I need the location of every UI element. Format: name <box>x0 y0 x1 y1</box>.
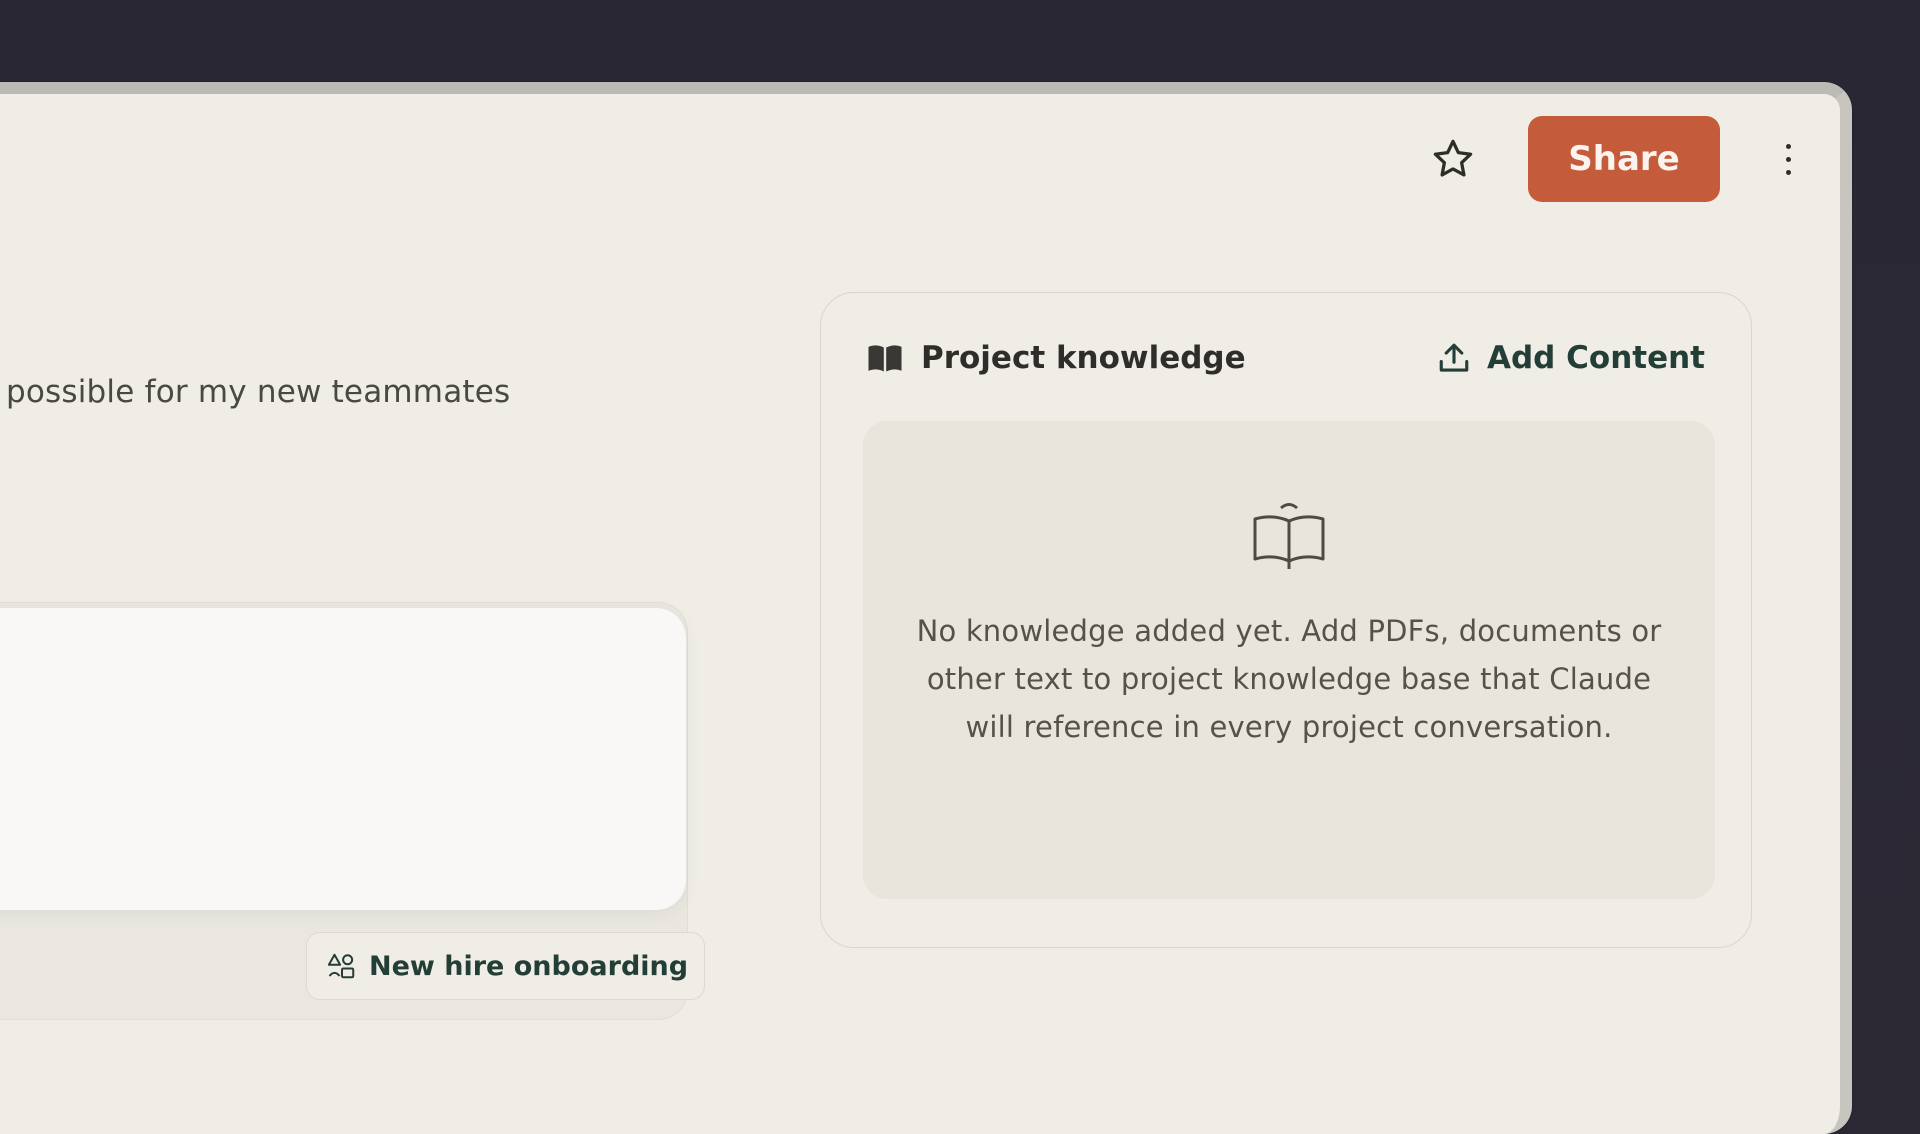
share-button[interactable]: Share <box>1528 116 1720 202</box>
project-knowledge-panel: Project knowledge Add Content No knowled… <box>820 292 1752 948</box>
project-chip-label: New hire onboarding <box>369 950 689 982</box>
knowledge-empty-text: No knowledge added yet. Add PDFs, docume… <box>916 614 1662 744</box>
upload-icon <box>1439 343 1469 372</box>
more-vertical-icon[interactable] <box>1776 129 1800 189</box>
book-icon <box>868 345 902 372</box>
star-icon <box>1433 139 1473 177</box>
shapes-icon <box>327 953 355 979</box>
open-book-icon <box>1253 503 1325 569</box>
project-chip[interactable]: New hire onboarding <box>306 932 706 1000</box>
knowledge-title: Project knowledge <box>921 340 1246 376</box>
add-content-label: Add Content <box>1486 340 1705 376</box>
add-content-button[interactable]: Add Content <box>1437 340 1705 376</box>
app-window: Share possible for my new teammates New … <box>0 82 1852 1134</box>
knowledge-title-group: Project knowledge <box>867 340 1246 376</box>
favorite-button[interactable] <box>1424 130 1482 188</box>
knowledge-header: Project knowledge Add Content <box>867 333 1705 383</box>
project-description: possible for my new teammates <box>6 374 511 410</box>
knowledge-empty-state: No knowledge added yet. Add PDFs, docume… <box>863 421 1715 899</box>
header-actions: Share <box>1424 116 1800 202</box>
message-input[interactable] <box>0 608 686 910</box>
